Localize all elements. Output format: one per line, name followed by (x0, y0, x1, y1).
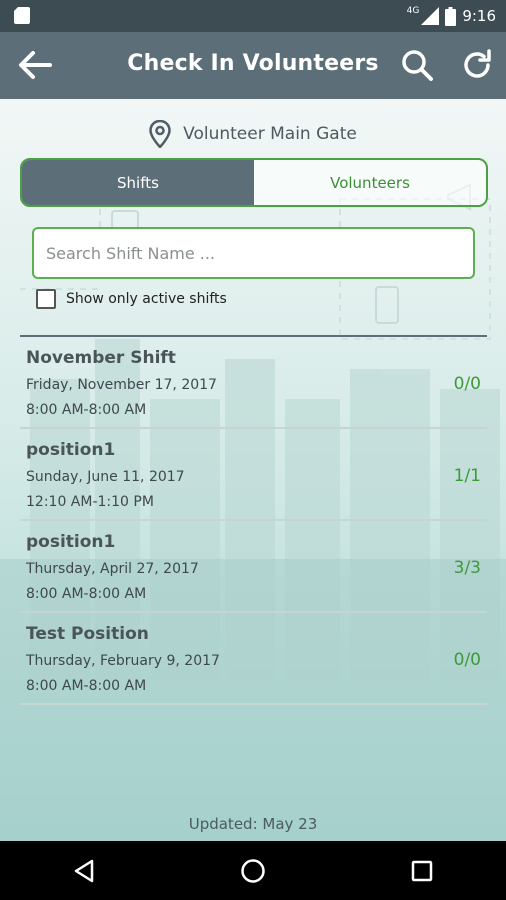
shift-list: November Shift Friday, November 17, 2017… (20, 337, 487, 705)
nav-home-icon (241, 858, 265, 883)
main-content: Volunteer Main Gate Shifts Volunteers Sh… (0, 99, 506, 841)
app-bar: Check In Volunteers (0, 32, 506, 99)
location-pin-icon (149, 120, 171, 148)
refresh-icon[interactable] (460, 48, 494, 82)
location-row: Volunteer Main Gate (0, 119, 506, 149)
active-shifts-label: Show only active shifts (66, 291, 227, 307)
signal-icon (421, 7, 440, 25)
tab-volunteers[interactable]: Volunteers (254, 160, 486, 205)
battery-icon (445, 6, 457, 26)
active-shifts-checkbox[interactable] (36, 289, 56, 309)
shift-date: Sunday, June 11, 2017 (26, 469, 185, 485)
nav-recents-icon (411, 860, 432, 881)
nav-back-button[interactable] (64, 851, 104, 891)
shift-row[interactable]: position1 Sunday, June 11, 2017 12:10 AM… (20, 429, 487, 521)
nav-home-button[interactable] (233, 851, 273, 891)
shift-time: 8:00 AM-8:00 AM (26, 678, 147, 694)
nav-recents-button[interactable] (402, 851, 442, 891)
shift-count: 1/1 (453, 466, 481, 486)
active-shifts-filter[interactable]: Show only active shifts (36, 288, 227, 310)
shift-time: 12:10 AM-1:10 PM (26, 494, 154, 510)
location-label: Volunteer Main Gate (183, 124, 357, 144)
shift-date: Friday, November 17, 2017 (26, 377, 217, 393)
search-field (32, 227, 475, 279)
shift-time: 8:00 AM-8:00 AM (26, 586, 147, 602)
shift-name: position1 (26, 532, 116, 552)
shift-name: Test Position (26, 624, 149, 644)
shift-count: 0/0 (453, 650, 481, 670)
shift-date: Thursday, April 27, 2017 (26, 561, 199, 577)
shift-row[interactable]: November Shift Friday, November 17, 2017… (20, 337, 487, 429)
shift-name: November Shift (26, 348, 176, 368)
network-type-label: 4G (406, 6, 420, 16)
clock: 9:16 (462, 7, 496, 25)
search-input[interactable] (46, 243, 461, 263)
shift-date: Thursday, February 9, 2017 (26, 653, 220, 669)
system-nav-bar (0, 841, 506, 900)
shift-count: 3/3 (453, 558, 481, 578)
tab-shifts[interactable]: Shifts (22, 160, 254, 205)
nav-back-icon (75, 859, 94, 882)
shift-name: position1 (26, 440, 116, 460)
search-icon[interactable] (400, 48, 434, 82)
status-bar: 4G 9:16 (0, 0, 506, 32)
shift-time: 8:00 AM-8:00 AM (26, 402, 147, 418)
sd-card-icon (14, 7, 30, 24)
shift-row[interactable]: position1 Thursday, April 27, 2017 8:00 … (20, 521, 487, 613)
shift-count: 0/0 (453, 374, 481, 394)
updated-timestamp: Updated: May 23 (188, 815, 318, 833)
segmented-tabs: Shifts Volunteers (20, 158, 488, 207)
shift-row[interactable]: Test Position Thursday, February 9, 2017… (20, 613, 487, 705)
